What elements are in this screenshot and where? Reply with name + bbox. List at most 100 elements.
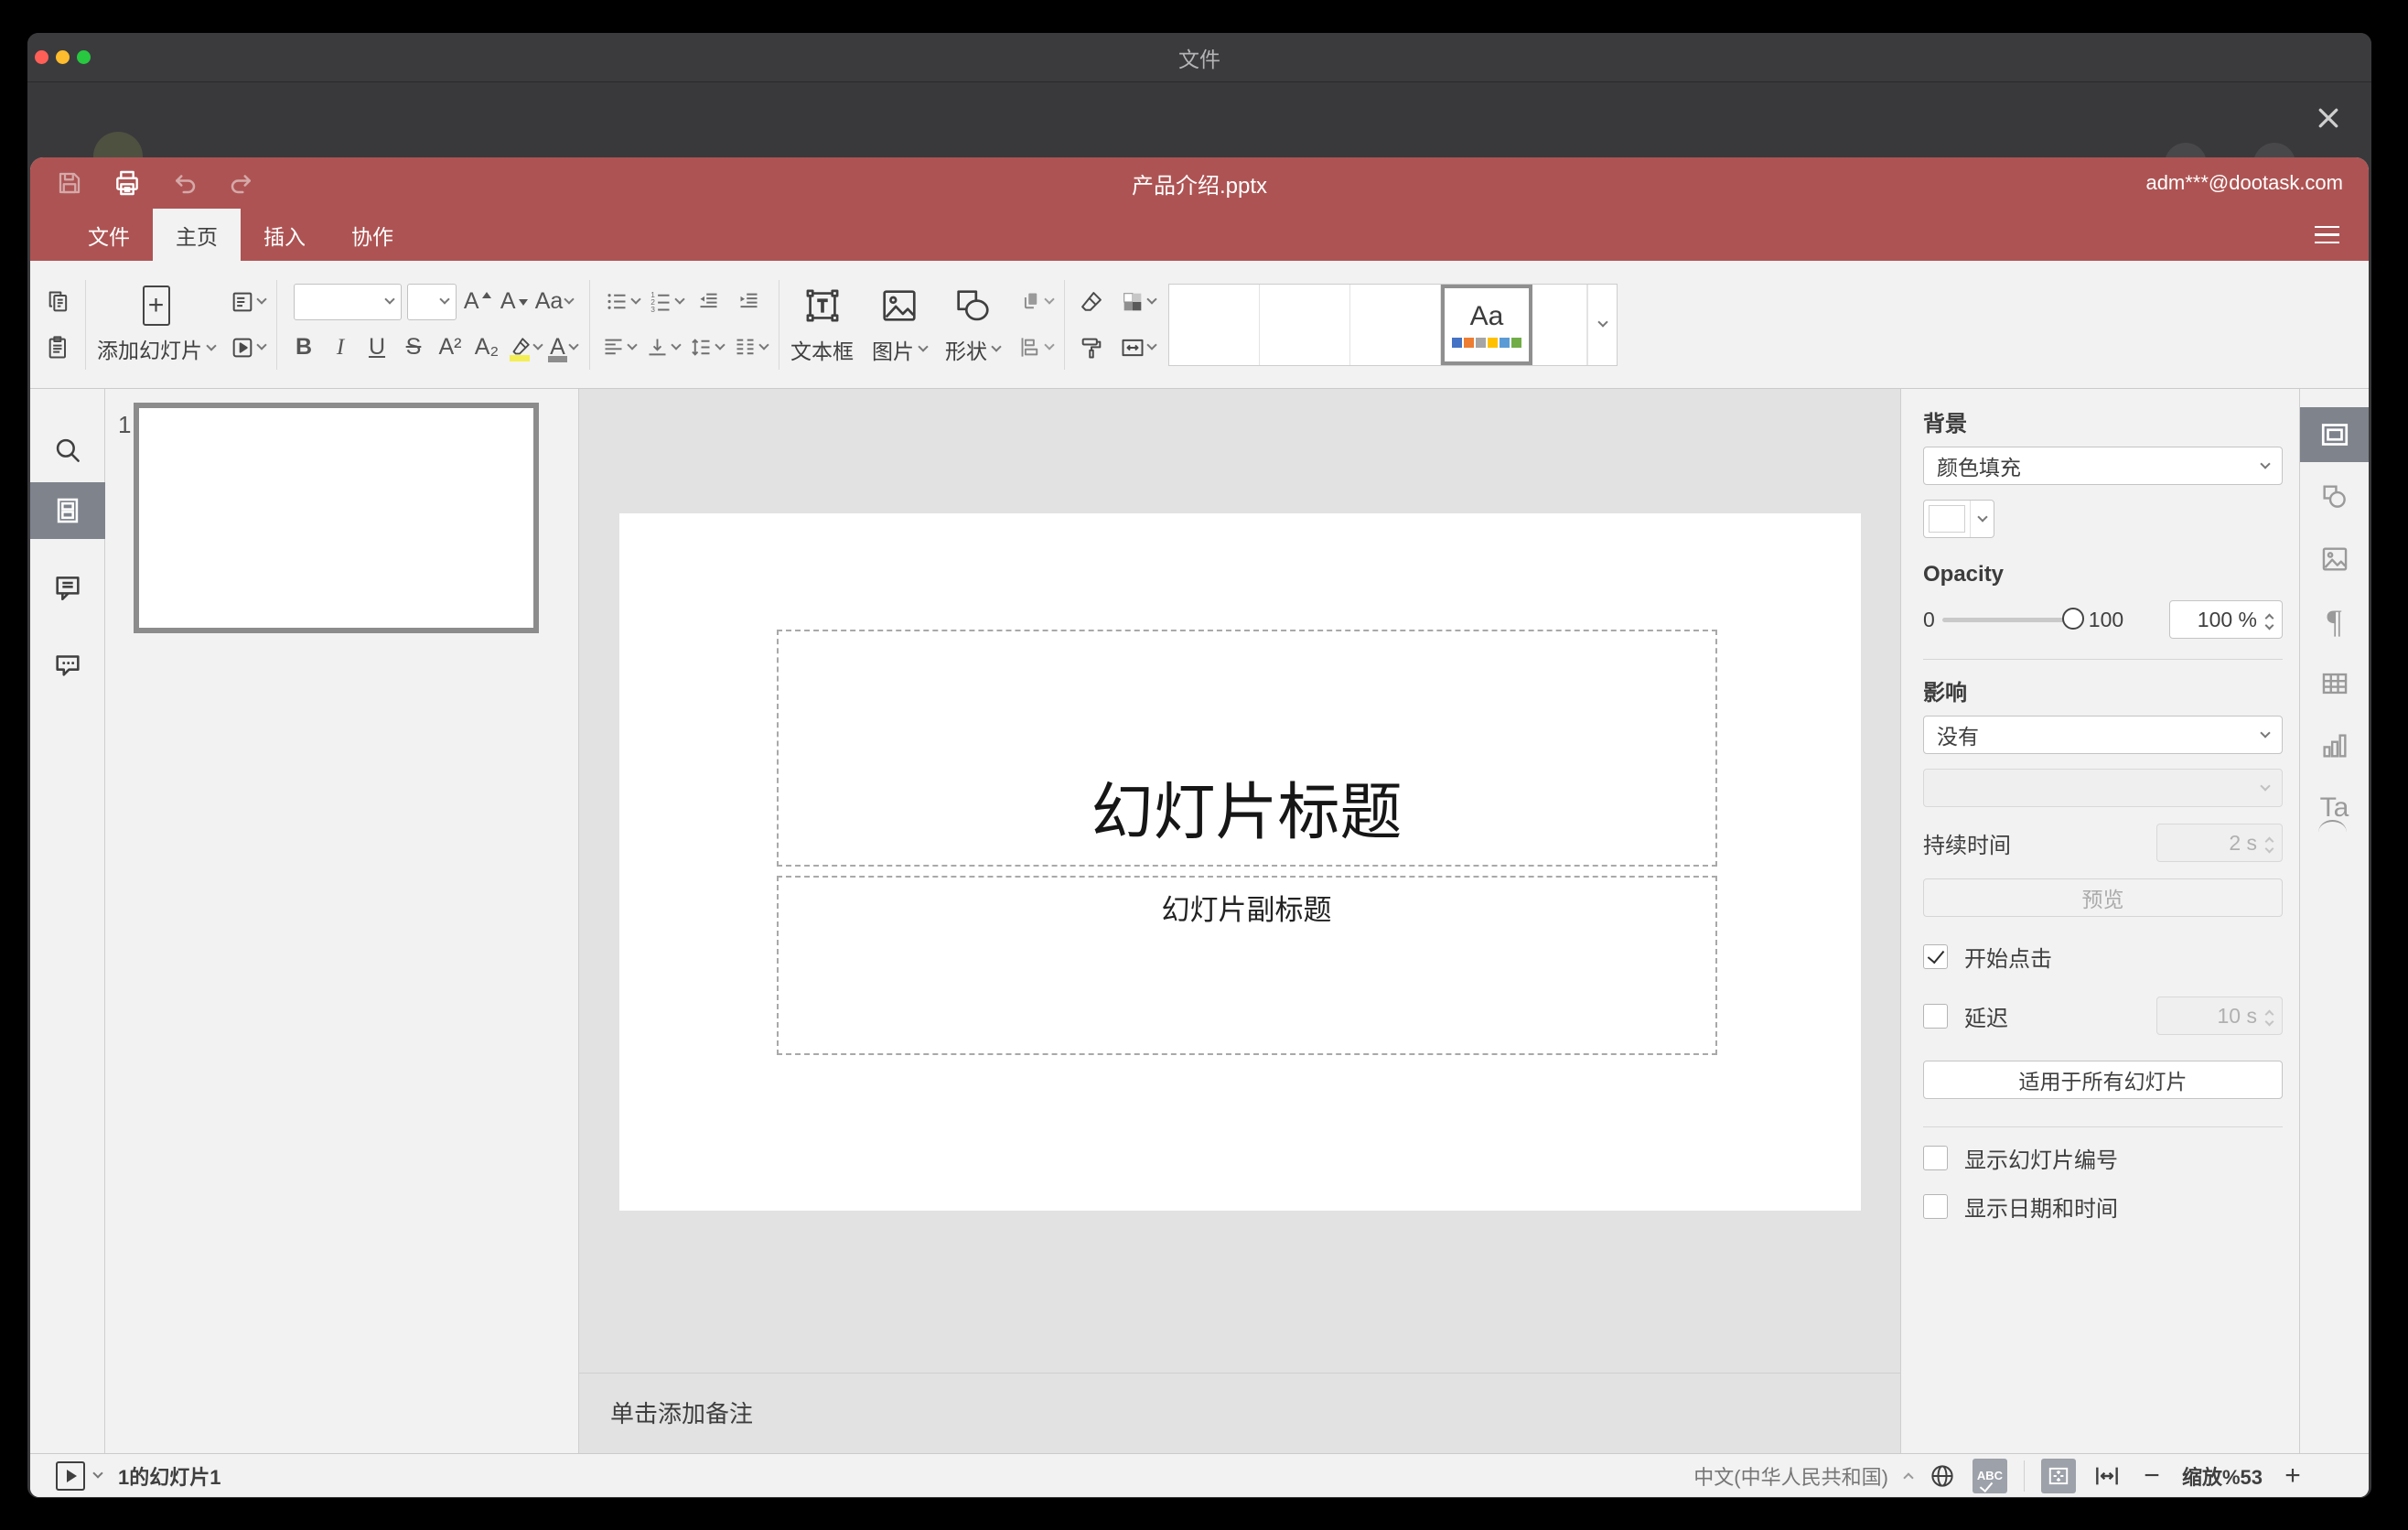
redo-icon[interactable] — [228, 169, 255, 197]
insert-textbox-button[interactable]: 文本框 — [790, 285, 854, 365]
tab-file[interactable]: 文件 — [65, 209, 153, 261]
background-fill-select[interactable]: 颜色填充 — [1923, 447, 2283, 485]
subscript-button[interactable]: A₂ — [471, 329, 502, 366]
theme-option-selected[interactable]: Aa — [1441, 284, 1532, 365]
delay-checkbox[interactable] — [1923, 1003, 1948, 1029]
font-size-select[interactable] — [406, 283, 457, 320]
comments-button[interactable] — [30, 559, 105, 616]
increase-indent-button[interactable] — [733, 284, 764, 320]
spinner-arrows[interactable] — [2264, 611, 2274, 630]
notes-area[interactable]: 单击添加备注 — [579, 1373, 1900, 1453]
show-datetime-checkbox[interactable] — [1923, 1194, 1948, 1219]
strikeout-button[interactable]: S — [398, 329, 429, 366]
decrease-font-button[interactable]: A — [499, 284, 530, 320]
search-button[interactable] — [30, 418, 105, 482]
delay-label: 延迟 — [1964, 1006, 2008, 1031]
menu-icon[interactable] — [2315, 225, 2339, 244]
theme-option[interactable] — [1532, 284, 1587, 365]
apply-to-all-slides-button[interactable]: 适用于所有幻灯片 — [1923, 1061, 2283, 1099]
align-shape-button[interactable] — [1018, 329, 1055, 366]
change-case-button[interactable]: Aa — [535, 284, 575, 320]
document-language-icon[interactable] — [1929, 1462, 1956, 1490]
save-icon[interactable] — [56, 169, 83, 197]
slide-thumbnail[interactable] — [134, 403, 539, 633]
language-selector[interactable]: 中文(中华人民共和国) — [1693, 1461, 1888, 1491]
font-name-select[interactable] — [293, 283, 402, 320]
copy-icon[interactable] — [43, 284, 74, 320]
slide-settings-tab[interactable] — [2299, 407, 2369, 462]
background-fill-color-swatch[interactable] — [1923, 500, 1994, 538]
insert-image-button[interactable]: 图片 — [872, 285, 929, 365]
tab-insert[interactable]: 插入 — [241, 209, 328, 261]
increase-font-button[interactable]: A — [462, 284, 493, 320]
decrease-indent-button[interactable] — [693, 284, 724, 320]
paragraph-settings-tab[interactable]: ¶ — [2300, 594, 2370, 649]
show-slide-number-label: 显示幻灯片编号 — [1964, 1148, 2118, 1173]
horizontal-align-button[interactable] — [601, 329, 638, 366]
clear-style-icon[interactable] — [1076, 284, 1107, 320]
table-settings-tab[interactable] — [2300, 656, 2370, 711]
insert-shape-button[interactable]: 形状 — [945, 285, 1002, 365]
slide-size-button[interactable] — [1120, 329, 1157, 366]
undo-icon[interactable] — [171, 169, 199, 197]
zoom-in-button[interactable]: + — [2279, 1460, 2306, 1492]
opacity-min-label: 0 — [1923, 607, 1935, 631]
fit-to-slide-button[interactable] — [2040, 1458, 2076, 1493]
image-settings-tab[interactable] — [2300, 532, 2370, 587]
slide[interactable]: 幻灯片标题 幻灯片副标题 — [618, 513, 1861, 1211]
slider-track — [1941, 618, 2072, 622]
vertical-align-button[interactable] — [645, 329, 682, 366]
theme-option[interactable] — [1350, 284, 1441, 365]
numbering-button[interactable]: 123 — [649, 284, 685, 320]
columns-button[interactable] — [733, 329, 769, 366]
ribbon-tab-bar: 文件 主页 插入 协作 — [30, 209, 2369, 261]
toolbar-separator — [276, 279, 277, 370]
spellcheck-toggle[interactable]: ABC — [1972, 1458, 2007, 1493]
arrange-shape-button[interactable] — [1018, 284, 1055, 320]
highlight-color-button[interactable] — [508, 329, 543, 366]
slideshow-options-icon[interactable] — [92, 1468, 103, 1479]
font-color-button[interactable]: A — [547, 329, 579, 366]
bullets-button[interactable] — [605, 284, 641, 320]
superscript-button[interactable]: A² — [435, 329, 466, 366]
preview-button: 预览 — [1923, 878, 2283, 917]
fit-to-width-button[interactable] — [2092, 1461, 2122, 1491]
show-datetime-label: 显示日期和时间 — [1964, 1197, 2118, 1222]
slides-panel-button[interactable] — [30, 482, 105, 539]
copy-style-icon[interactable] — [1076, 329, 1107, 366]
theme-option[interactable] — [1169, 284, 1260, 365]
start-on-click-checkbox[interactable] — [1923, 944, 1948, 969]
theme-option[interactable] — [1260, 284, 1350, 365]
textart-settings-tab[interactable]: Ta — [2300, 781, 2370, 835]
close-icon[interactable] — [2315, 104, 2342, 132]
add-slide-button[interactable]: + 添加幻灯片 — [97, 285, 217, 364]
shape-settings-tab[interactable] — [2300, 469, 2370, 524]
tab-collaboration[interactable]: 协作 — [328, 209, 416, 261]
line-spacing-button[interactable] — [689, 329, 726, 366]
effect-select[interactable]: 没有 — [1923, 716, 2283, 754]
underline-button[interactable]: U — [361, 329, 392, 366]
slide-layout-button[interactable] — [230, 284, 267, 320]
slide-settings: 背景 颜色填充 Opacity 0 100 100 % 影响 没有 持续时间 2… — [1901, 389, 2299, 1453]
italic-button[interactable]: I — [325, 329, 356, 366]
theme-gallery-expand-icon[interactable] — [1587, 284, 1617, 365]
chart-settings-tab[interactable] — [2300, 718, 2370, 773]
paste-icon[interactable] — [43, 329, 74, 366]
start-slideshow-status-icon[interactable] — [56, 1460, 85, 1491]
title-placeholder[interactable]: 幻灯片标题 — [776, 630, 1717, 867]
color-scheme-button[interactable] — [1120, 284, 1157, 320]
home-toolbar: + 添加幻灯片 A A Aa B I U S A² A₂ A 1 2 3 文本框… — [30, 261, 2369, 389]
slider-handle[interactable] — [2061, 608, 2084, 630]
slide-canvas[interactable]: 幻灯片标题 幻灯片副标题 — [579, 389, 1900, 1373]
color-dropdown-icon[interactable] — [1970, 501, 1994, 537]
left-icon-strip — [30, 389, 105, 1453]
bold-button[interactable]: B — [288, 329, 319, 366]
tab-home[interactable]: 主页 — [153, 209, 241, 261]
subtitle-placeholder[interactable]: 幻灯片副标题 — [776, 876, 1717, 1055]
chat-button[interactable] — [30, 636, 105, 693]
opacity-slider[interactable] — [1941, 608, 2084, 631]
opacity-spinner[interactable]: 100 % — [2169, 600, 2283, 639]
start-slideshow-button[interactable] — [230, 329, 267, 366]
show-slide-number-checkbox[interactable] — [1923, 1146, 1948, 1170]
zoom-out-button[interactable]: − — [2138, 1460, 2166, 1492]
